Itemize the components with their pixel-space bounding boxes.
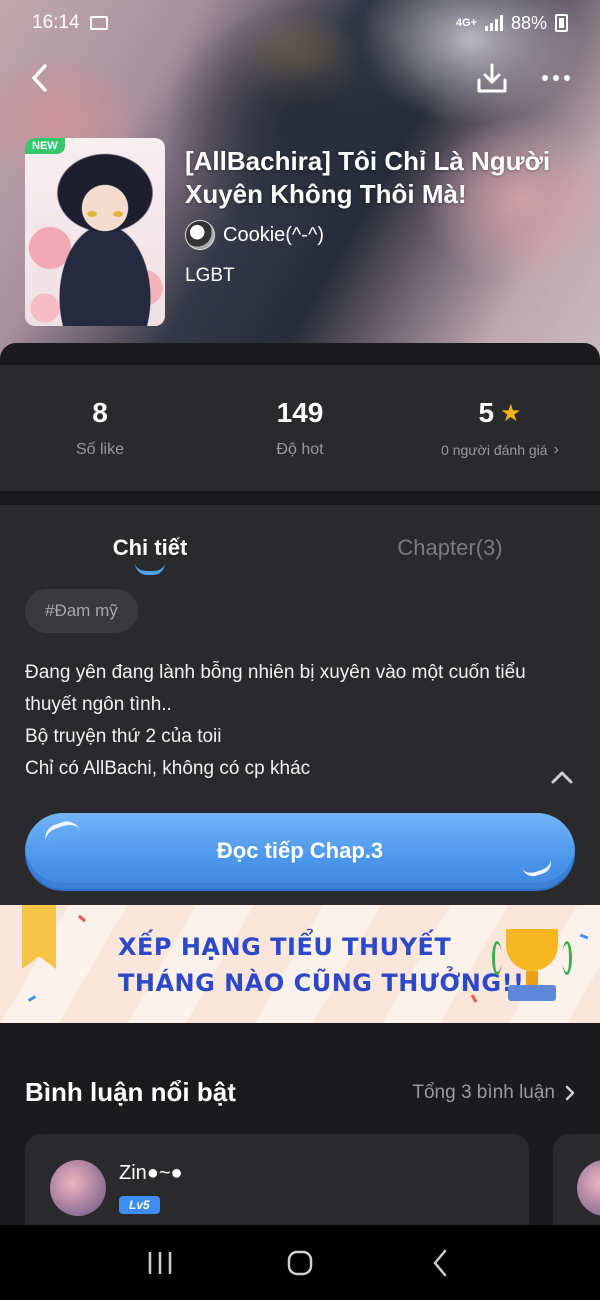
download-button[interactable] <box>472 58 512 98</box>
author-name: Cookie(^-^) <box>223 223 325 246</box>
description-line: Đang yên đang lành bỗng nhiên bị xuyên v… <box>25 662 526 715</box>
more-dot-icon <box>564 75 570 81</box>
button-shine <box>521 858 555 880</box>
book-title: [AllBachira] Tôi Chỉ Là Người Xuyên Khôn… <box>185 146 551 209</box>
comments-header: Bình luận nổi bật Tổng 3 bình luận <box>25 1077 575 1108</box>
signal-icon <box>484 15 503 31</box>
chevron-up-icon <box>551 771 573 784</box>
confetti <box>579 933 589 940</box>
content-sheet: 8 Số like 149 Độ hot 5 ★ 0 người đánh gi… <box>0 343 600 1225</box>
commenter-name: Zin●~● <box>119 1162 183 1184</box>
banner-line: XẾP HẠNG TIỂU THUYẾT <box>118 933 452 961</box>
all-comments-link[interactable]: Tổng 3 bình luận <box>412 1082 575 1104</box>
book-description: Đang yên đang lành bỗng nhiên bị xuyên v… <box>25 657 575 785</box>
tab-details[interactable]: Chi tiết <box>0 505 300 591</box>
chevron-left-icon <box>433 1249 447 1276</box>
continue-reading-button[interactable]: Đọc tiếp Chap.3 <box>25 813 575 889</box>
author-link[interactable]: Cookie(^-^) <box>185 220 324 250</box>
recent-apps-icon <box>148 1251 172 1274</box>
genre-label: LGBT <box>185 265 235 286</box>
more-dot-icon <box>542 75 548 81</box>
ranking-banner[interactable]: XẾP HẠNG TIỂU THUYẾT THÁNG NÀO CŨNG THƯỞ… <box>0 905 600 1023</box>
rating-stat[interactable]: 5 ★ 0 người đánh giá › <box>400 365 600 491</box>
star-icon: ★ <box>500 399 522 427</box>
battery-icon <box>555 14 568 32</box>
rating-value-row: 5 ★ <box>478 397 521 429</box>
continue-reading-label: Đọc tiếp Chap.3 <box>216 838 384 863</box>
author-avatar <box>185 220 215 250</box>
top-navigation <box>0 58 600 98</box>
description-line: Bộ truyện thứ 2 của toii <box>25 726 222 747</box>
likes-value: 8 <box>92 397 108 428</box>
status-time: 16:14 <box>32 12 80 33</box>
back-button[interactable] <box>22 58 58 98</box>
bookmark-ribbon-icon <box>22 905 56 969</box>
gallery-icon <box>89 16 108 30</box>
button-shine <box>41 817 81 843</box>
confetti <box>77 914 87 923</box>
comment-card[interactable]: Zin●~● Lv5 <box>25 1134 529 1225</box>
more-dot-icon <box>553 75 559 81</box>
tab-details-label: Chi tiết <box>112 535 188 560</box>
comments-total-label: Tổng 3 bình luận <box>412 1081 555 1103</box>
home-icon <box>287 1250 313 1275</box>
comments-title: Bình luận nổi bật <box>25 1077 236 1107</box>
hot-label: Độ hot <box>276 441 324 458</box>
confetti <box>27 995 37 1002</box>
download-icon <box>477 63 507 93</box>
avatar[interactable] <box>577 1160 600 1216</box>
new-badge: NEW <box>25 138 65 154</box>
chevron-left-icon <box>32 64 47 92</box>
cover-eye <box>87 211 97 217</box>
banner-line: THÁNG NÀO CŨNG THƯỞNG!! <box>118 969 525 997</box>
status-bar: 16:14 4G+ 88% <box>0 0 600 46</box>
chevron-right-icon: › <box>553 441 559 458</box>
hot-stat: 149 Độ hot <box>200 365 400 491</box>
more-options-button[interactable] <box>536 58 576 98</box>
system-navigation-bar <box>0 1225 600 1300</box>
likes-stat: 8 Số like <box>0 365 200 491</box>
tab-bar: Chi tiết Chapter(3) <box>0 505 600 591</box>
rating-label-row: 0 người đánh giá › <box>441 441 559 459</box>
tab-active-indicator <box>135 563 165 575</box>
avatar[interactable] <box>50 1160 106 1216</box>
comment-card[interactable] <box>553 1134 600 1225</box>
recent-apps-button[interactable] <box>130 1233 190 1293</box>
collapse-button[interactable] <box>548 767 576 787</box>
rating-value: 5 <box>478 397 495 428</box>
trophy-icon <box>492 927 572 1005</box>
description-line: Chỉ có AllBachi, không có cp khác <box>25 758 311 779</box>
tab-chapters-label: Chapter(3) <box>397 535 503 560</box>
tab-chapters[interactable]: Chapter(3) <box>300 505 600 591</box>
system-back-button[interactable] <box>410 1233 470 1293</box>
home-button[interactable] <box>270 1233 330 1293</box>
hot-value: 149 <box>276 397 324 428</box>
battery-level: 88% <box>510 12 547 33</box>
level-badge: Lv5 <box>119 1196 160 1214</box>
chevron-right-icon <box>565 1085 575 1100</box>
book-cover: NEW <box>25 138 165 326</box>
rating-count-label: 0 người đánh giá <box>441 442 548 458</box>
likes-label: Số like <box>75 441 125 458</box>
network-type: 4G+ <box>455 17 477 29</box>
tag-chip[interactable]: #Đam mỹ <box>25 589 138 633</box>
stats-bar: 8 Số like 149 Độ hot 5 ★ 0 người đánh gi… <box>0 365 600 491</box>
banner-text: XẾP HẠNG TIỂU THUYẾT THÁNG NÀO CŨNG THƯỞ… <box>118 929 524 1001</box>
cover-eye <box>113 211 123 217</box>
